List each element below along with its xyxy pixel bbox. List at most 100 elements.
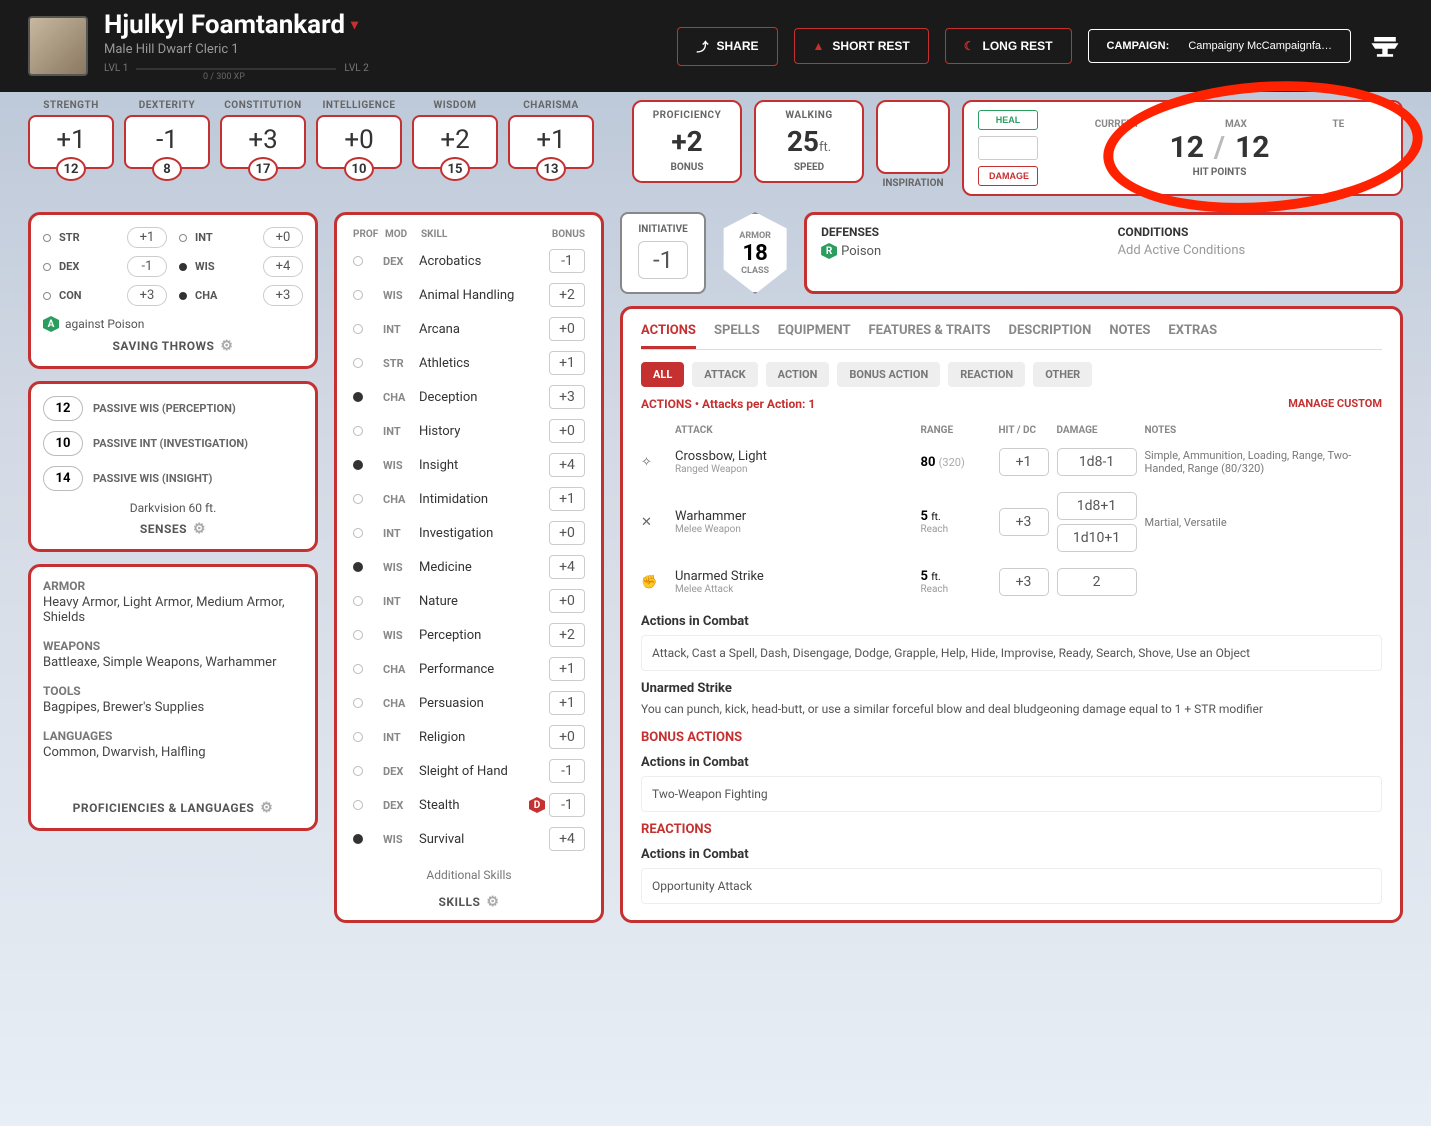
skill-medicine[interactable]: WISMedicine+4 xyxy=(347,550,591,584)
tab-equipment[interactable]: EQUIPMENT xyxy=(778,323,851,349)
gear-icon[interactable]: ⚙ xyxy=(260,800,273,816)
armor-class-shield[interactable]: ARMOR 18 CLASS xyxy=(720,212,790,294)
tab-extras[interactable]: EXTRAS xyxy=(1168,323,1217,349)
save-dex[interactable]: DEX-1 xyxy=(43,256,167,277)
proficiency-dot xyxy=(179,234,187,242)
proficiency-dot xyxy=(353,562,363,572)
proficiency-dot xyxy=(353,630,363,640)
tab-notes[interactable]: NOTES xyxy=(1109,323,1150,349)
short-rest-button[interactable]: ▲SHORT REST xyxy=(794,28,929,64)
filter-all[interactable]: ALL xyxy=(641,362,684,387)
skill-animal-handling[interactable]: WISAnimal Handling+2 xyxy=(347,278,591,312)
hp-current[interactable]: 12 xyxy=(1169,130,1203,165)
skill-nature[interactable]: INTNature+0 xyxy=(347,584,591,618)
damage-roll[interactable]: 2 xyxy=(1057,568,1137,596)
manage-custom-link[interactable]: MANAGE CUSTOM xyxy=(1288,397,1382,411)
damage-roll[interactable]: 1d8-1 xyxy=(1057,448,1137,476)
skill-intimidation[interactable]: CHAIntimidation+1 xyxy=(347,482,591,516)
save-con[interactable]: CON+3 xyxy=(43,285,167,306)
skill-stealth[interactable]: DEXStealthD-1 xyxy=(347,788,591,822)
proficiency-dot xyxy=(353,528,363,538)
share-button[interactable]: ⤴SHARE xyxy=(677,27,777,66)
attack-row[interactable]: ✧Crossbow, LightRanged Weapon80 (320)+11… xyxy=(641,440,1382,484)
proficiency-dot xyxy=(43,234,51,242)
skill-perception[interactable]: WISPerception+2 xyxy=(347,618,591,652)
speed-card[interactable]: WALKING 25ft. SPEED xyxy=(754,100,864,183)
weapon-icon: ✕ xyxy=(641,515,667,530)
skill-arcana[interactable]: INTArcana+0 xyxy=(347,312,591,346)
inspiration-label: INSPIRATION xyxy=(876,178,950,189)
additional-skills[interactable]: Additional Skills xyxy=(347,868,591,882)
attack-row[interactable]: ✕WarhammerMelee Weapon5 ft.Reach+31d8+11… xyxy=(641,484,1382,560)
gear-icon[interactable]: ⚙ xyxy=(486,894,499,910)
proficiency-dot xyxy=(353,426,363,436)
ability-wisdom[interactable]: WISDOM+215 xyxy=(412,100,498,169)
skill-deception[interactable]: CHADeception+3 xyxy=(347,380,591,414)
darkvision: Darkvision 60 ft. xyxy=(43,501,303,515)
anvil-icon[interactable] xyxy=(1367,32,1403,60)
hp-max: 12 xyxy=(1235,130,1269,165)
save-wis[interactable]: WIS+4 xyxy=(179,256,303,277)
conditions-section[interactable]: CONDITIONS Add Active Conditions xyxy=(1104,215,1400,291)
attack-row[interactable]: ✊Unarmed StrikeMelee Attack5 ft.Reach+32 xyxy=(641,560,1382,604)
ability-intelligence[interactable]: INTELLIGENCE+010 xyxy=(316,100,402,169)
skill-investigation[interactable]: INTInvestigation+0 xyxy=(347,516,591,550)
hit-roll[interactable]: +1 xyxy=(999,448,1049,476)
campaign-button[interactable]: CAMPAIGN: Campaigny McCampaignfa… xyxy=(1088,29,1351,63)
skill-sleight-of-hand[interactable]: DEXSleight of Hand-1 xyxy=(347,754,591,788)
damage-roll[interactable]: 1d10+1 xyxy=(1057,524,1137,552)
character-avatar[interactable] xyxy=(28,16,88,76)
save-str[interactable]: STR+1 xyxy=(43,227,167,248)
skill-athletics[interactable]: STRAthletics+1 xyxy=(347,346,591,380)
damage-roll[interactable]: 1d8+1 xyxy=(1057,492,1137,520)
damage-button[interactable]: DAMAGE xyxy=(978,166,1038,186)
long-rest-button[interactable]: ☾LONG REST xyxy=(945,28,1072,64)
gear-icon[interactable]: ⚙ xyxy=(193,521,206,537)
save-cha[interactable]: CHA+3 xyxy=(179,285,303,306)
tab-features---traits[interactable]: FEATURES & TRAITS xyxy=(869,323,991,349)
skill-insight[interactable]: WISInsight+4 xyxy=(347,448,591,482)
skill-performance[interactable]: CHAPerformance+1 xyxy=(347,652,591,686)
sense-row[interactable]: 10PASSIVE INT (INVESTIGATION) xyxy=(43,431,303,456)
gear-icon[interactable]: ⚙ xyxy=(220,338,233,354)
skill-persuasion[interactable]: CHAPersuasion+1 xyxy=(347,686,591,720)
left-column: STR+1INT+0DEX-1WIS+4CON+3CHA+3 Aagainst … xyxy=(28,212,318,923)
skill-religion[interactable]: INTReligion+0 xyxy=(347,720,591,754)
skill-acrobatics[interactable]: DEXAcrobatics-1 xyxy=(347,244,591,278)
filter-other[interactable]: OTHER xyxy=(1033,362,1092,387)
proficiency-card[interactable]: PROFICIENCY +2 BONUS xyxy=(632,100,742,183)
filter-bonus-action[interactable]: BONUS ACTION xyxy=(837,362,940,387)
sense-row[interactable]: 14PASSIVE WIS (INSIGHT) xyxy=(43,466,303,491)
proficiency-dot xyxy=(43,292,51,300)
xp-track xyxy=(136,68,336,70)
tab-description[interactable]: DESCRIPTION xyxy=(1009,323,1092,349)
resistance-icon: R xyxy=(821,243,837,259)
filter-reaction[interactable]: REACTION xyxy=(948,362,1025,387)
save-int[interactable]: INT+0 xyxy=(179,227,303,248)
ability-strength[interactable]: STRENGTH+112 xyxy=(28,100,114,169)
ability-dexterity[interactable]: DEXTERITY-18 xyxy=(124,100,210,169)
tab-actions[interactable]: ACTIONS xyxy=(641,323,696,349)
ability-constitution[interactable]: CONSTITUTION+317 xyxy=(220,100,306,169)
proficiency-dot xyxy=(353,256,363,266)
skill-survival[interactable]: WISSurvival+4 xyxy=(347,822,591,856)
character-name: Hjulkyl Foamtankard xyxy=(104,10,345,40)
defenses-section[interactable]: DEFENSES RPoison xyxy=(807,215,1103,291)
proficiency-dot xyxy=(353,324,363,334)
hit-roll[interactable]: +3 xyxy=(999,508,1049,536)
level-from: LVL 1 xyxy=(104,63,128,74)
character-info: Hjulkyl Foamtankard▾ Male Hill Dwarf Cle… xyxy=(104,10,661,82)
tab-spells[interactable]: SPELLS xyxy=(714,323,760,349)
skill-history[interactable]: INTHistory+0 xyxy=(347,414,591,448)
initiative-box[interactable]: INITIATIVE -1 xyxy=(620,212,706,294)
sense-row[interactable]: 12PASSIVE WIS (PERCEPTION) xyxy=(43,396,303,421)
chevron-down-icon[interactable]: ▾ xyxy=(351,17,358,33)
filter-attack[interactable]: ATTACK xyxy=(692,362,757,387)
right-column: INITIATIVE -1 ARMOR 18 CLASS DEFENSES RP… xyxy=(620,212,1403,923)
hit-roll[interactable]: +3 xyxy=(999,568,1049,596)
heal-button[interactable]: HEAL xyxy=(978,110,1038,130)
hp-input[interactable] xyxy=(978,136,1038,160)
filter-action[interactable]: ACTION xyxy=(766,362,830,387)
ability-charisma[interactable]: CHARISMA+113 xyxy=(508,100,594,169)
inspiration-box[interactable] xyxy=(876,100,950,174)
